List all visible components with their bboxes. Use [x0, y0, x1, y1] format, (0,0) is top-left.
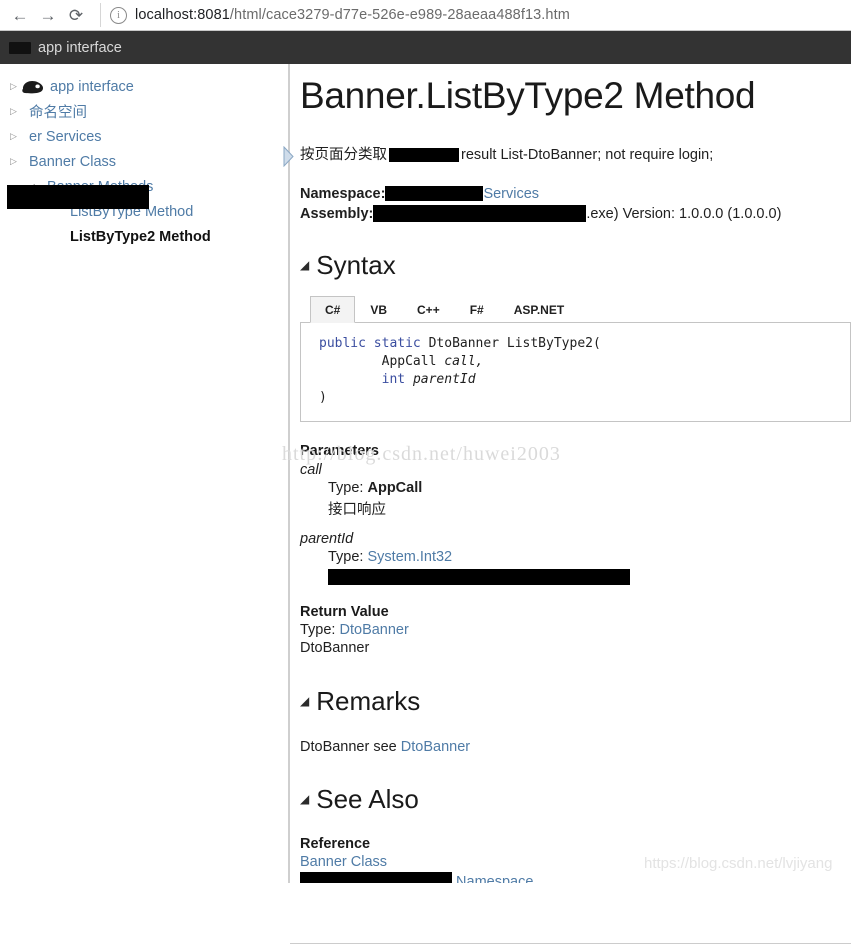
- sidebar-item-label: Banner Class: [29, 153, 117, 170]
- app-logo-redacted-icon: [9, 41, 31, 54]
- code-param2-type: int: [381, 371, 406, 387]
- sidebar-item-services-redacted[interactable]: ▷ er Services: [0, 124, 288, 149]
- code-param1-name: call,: [444, 353, 484, 369]
- type-label: Type:: [300, 621, 336, 638]
- code-keyword-public: public: [319, 335, 366, 351]
- code-keyword-static: static: [373, 335, 421, 351]
- type-value-link[interactable]: System.Int32: [368, 549, 453, 565]
- parameter-type-call: Type: AppCall: [328, 480, 851, 496]
- banner-class-link[interactable]: Banner Class: [300, 854, 387, 870]
- return-description: DtoBanner: [300, 639, 370, 656]
- toc-sidebar[interactable]: ▷ app interface ▷ 命名空间 ▷ er Services ▷ B…: [0, 64, 288, 883]
- namespace-line: Namespace: Services: [300, 184, 851, 204]
- type-label: Type:: [328, 548, 364, 565]
- forward-arrow-icon[interactable]: →: [34, 1, 62, 29]
- section-title: Syntax: [316, 249, 396, 280]
- return-type-line: Type: DtoBanner: [300, 622, 851, 638]
- tab-vb[interactable]: VB: [355, 296, 402, 323]
- sidebar-item-label: 命名空间: [29, 105, 87, 121]
- namespace-value[interactable]: Services: [483, 186, 539, 202]
- sidebar-item-label: app interface: [50, 78, 134, 95]
- redaction-bar-see-also: [300, 871, 452, 883]
- code-return-type: DtoBanner: [428, 335, 500, 351]
- method-summary: 按页面分类取 result List-DtoBanner; not require…: [300, 143, 851, 164]
- collapse-caret-icon[interactable]: ◢: [300, 695, 309, 707]
- parameters-heading: Parameters: [300, 442, 379, 459]
- section-heading-see-also[interactable]: ◢ See Also: [300, 784, 851, 815]
- browser-toolbar: ← → ⟳ i localhost:8081/html/cace3279-d77…: [0, 0, 851, 31]
- parameter-name-call: call: [300, 461, 322, 478]
- documentation-pane: Banner.ListByType2 Method 按页面分类取 result L…: [290, 64, 851, 883]
- section-heading-remarks[interactable]: ◢ Remarks: [300, 686, 851, 717]
- syntax-box: C# VB C++ F# ASP.NET public static DtoBa…: [300, 295, 851, 422]
- tab-cpp[interactable]: C++: [402, 296, 455, 323]
- page-title: Banner.ListByType2 Method: [300, 75, 756, 116]
- url-text: localhost:8081/html/cace3279-d77e-526e-e…: [135, 7, 570, 23]
- chevron-right-icon[interactable]: ▷: [6, 82, 21, 91]
- tab-csharp[interactable]: C#: [310, 295, 356, 323]
- code-param1-type: AppCall: [381, 353, 437, 369]
- return-value-heading: Return Value: [300, 603, 389, 620]
- chevron-right-icon[interactable]: ▷: [6, 157, 21, 166]
- app-header-bar: app interface: [0, 31, 851, 64]
- sidebar-item-app-interface[interactable]: ▷ app interface: [0, 74, 288, 99]
- sidebar-item-listbytype2-method[interactable]: • ListByType2 Method: [0, 224, 288, 249]
- tab-aspnet[interactable]: ASP.NET: [499, 296, 579, 323]
- code-param2-name: parentId: [412, 371, 476, 387]
- namespace-label: Namespace:: [300, 185, 386, 202]
- code-closing-paren: ): [319, 389, 327, 405]
- cloud-icon: [22, 80, 44, 93]
- assembly-line: Assembly: .exe) Version: 1.0.0.0 (1.0.0.0…: [300, 204, 851, 224]
- language-tabstrip[interactable]: C# VB C++ F# ASP.NET: [300, 295, 851, 323]
- reference-heading: Reference: [300, 835, 371, 852]
- namespace-assembly-block: Namespace: Services Assembly: .exe) Versio…: [300, 184, 851, 224]
- see-also-link-namespace: Namespace: [300, 871, 851, 883]
- code-method-name: ListByType2(: [506, 335, 601, 351]
- remarks-prefix: DtoBanner see: [300, 738, 397, 755]
- return-type-link[interactable]: DtoBanner: [340, 622, 409, 638]
- parameter-type-parentid: Type: System.Int32: [328, 549, 851, 565]
- redaction-bar-toc: [7, 185, 149, 209]
- collapse-caret-icon[interactable]: ◢: [300, 793, 309, 805]
- section-heading-syntax[interactable]: ◢ Syntax: [300, 250, 851, 281]
- remarks-text: DtoBanner see DtoBanner: [300, 739, 851, 755]
- url-host: localhost:8081: [135, 7, 230, 23]
- collapse-caret-icon[interactable]: ◢: [300, 259, 309, 271]
- chevron-right-icon[interactable]: ▷: [6, 107, 21, 116]
- redaction-bar-namespace: [385, 186, 484, 202]
- code-snippet: public static DtoBanner ListByType2( App…: [300, 322, 851, 422]
- redaction-bar-parameter-description: [328, 568, 630, 585]
- type-value: AppCall: [367, 479, 423, 496]
- summary-prefix: 按页面分类取: [300, 146, 387, 163]
- site-info-icon[interactable]: i: [110, 6, 127, 24]
- sidebar-item-label: ListByType2 Method: [70, 228, 211, 245]
- parameter-name-parentid: parentId: [300, 530, 354, 547]
- assembly-label: Assembly:: [300, 205, 374, 222]
- content-area: ▷ app interface ▷ 命名空间 ▷ er Services ▷ B…: [0, 64, 851, 944]
- namespace-link[interactable]: Namespace: [456, 874, 533, 883]
- summary-suffix: result List-DtoBanner; not require login…: [461, 146, 714, 163]
- section-title: Remarks: [316, 685, 421, 716]
- collapse-pane-icon[interactable]: [283, 146, 296, 167]
- app-header-title: app interface: [38, 39, 122, 56]
- tab-fsharp[interactable]: F#: [455, 296, 499, 323]
- parameter-desc-call: 接口响应: [328, 501, 386, 518]
- sidebar-item-banner-class[interactable]: ▷ Banner Class: [0, 149, 288, 174]
- sidebar-item-namespaces[interactable]: ▷ 命名空间: [0, 99, 288, 124]
- reload-icon[interactable]: ⟳: [62, 1, 90, 29]
- spacer-icon: •: [47, 232, 62, 241]
- see-also-link-banner-class: Banner Class: [300, 854, 851, 870]
- type-label: Type:: [328, 479, 364, 496]
- address-bar[interactable]: i localhost:8081/html/cace3279-d77e-526e…: [100, 3, 851, 27]
- sidebar-item-label: er Services: [29, 128, 102, 145]
- redaction-bar-summary: [389, 147, 459, 162]
- url-path: /html/cace3279-d77e-526e-e989-28aeaa488f…: [229, 7, 570, 23]
- section-title: See Also: [316, 783, 419, 814]
- assembly-version: .exe) Version: 1.0.0.0 (1.0.0.0): [586, 205, 782, 222]
- chevron-right-icon[interactable]: ▷: [6, 132, 21, 141]
- remarks-link[interactable]: DtoBanner: [401, 739, 470, 755]
- back-arrow-icon[interactable]: ←: [6, 1, 34, 29]
- redaction-bar-assembly: [373, 205, 587, 223]
